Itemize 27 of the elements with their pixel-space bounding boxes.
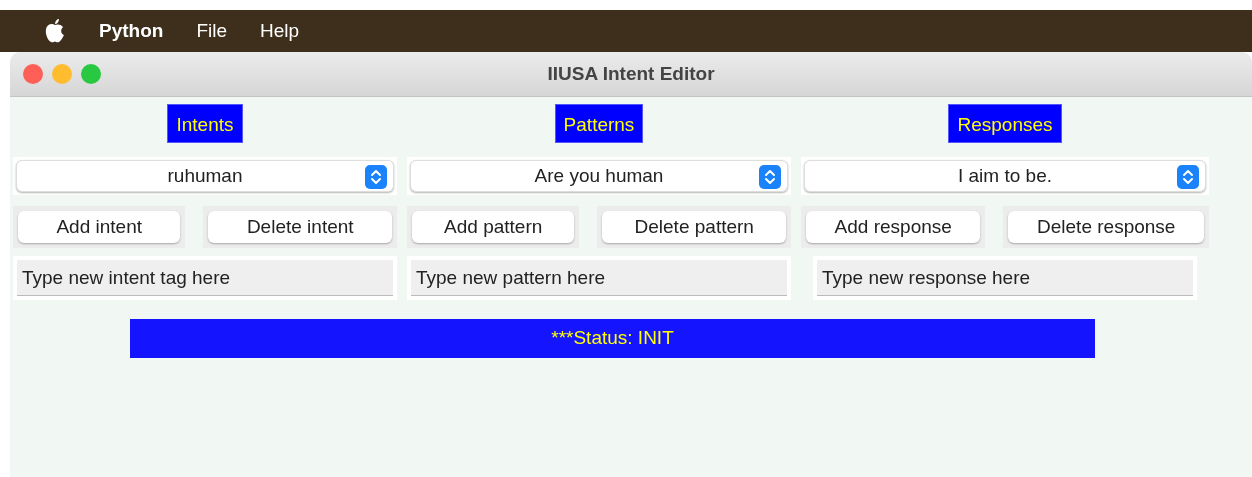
action-button[interactable]: Delete intent xyxy=(208,211,392,243)
column-heading: Responses xyxy=(948,104,1062,143)
minimize-button[interactable] xyxy=(52,64,72,84)
action-button[interactable]: Add pattern xyxy=(412,211,575,243)
action-button[interactable]: Delete pattern xyxy=(602,211,786,243)
menu-item[interactable]: File xyxy=(196,16,227,46)
close-button[interactable] xyxy=(23,64,43,84)
maximize-button[interactable] xyxy=(81,64,101,84)
window-title: IIUSA Intent Editor xyxy=(547,61,715,86)
text-field[interactable]: Type new response here xyxy=(817,260,1193,296)
dropdown[interactable]: ruhuman xyxy=(16,160,394,192)
action-button[interactable]: Add intent xyxy=(18,211,181,243)
column-heading: Intents xyxy=(167,104,243,143)
menu-item[interactable]: Help xyxy=(260,16,300,46)
column-heading: Patterns xyxy=(554,104,644,143)
action-button[interactable]: Add response xyxy=(806,211,981,243)
text-field[interactable]: Type new pattern here xyxy=(411,260,787,296)
dropdown[interactable]: I aim to be. xyxy=(804,160,1206,192)
stepper-icon xyxy=(759,165,781,189)
stepper-icon xyxy=(1177,165,1199,189)
dropdown[interactable]: Are you human xyxy=(410,160,788,192)
action-button[interactable]: Delete response xyxy=(1008,211,1204,243)
text-field[interactable]: Type new intent tag here xyxy=(17,260,393,296)
status-bar: ***Status: INIT xyxy=(130,319,1095,358)
menu-item[interactable]: Python xyxy=(99,16,164,46)
apple-icon[interactable] xyxy=(44,18,66,44)
stepper-icon xyxy=(365,165,387,189)
